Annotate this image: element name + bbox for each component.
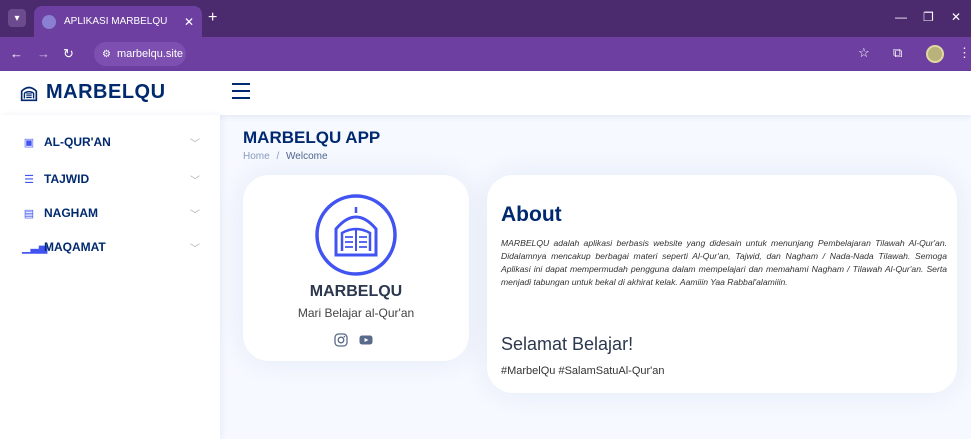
tab-search-button[interactable]: ▾ xyxy=(8,9,26,27)
tab-title: APLIKASI MARBELQU xyxy=(64,16,168,27)
url-field[interactable]: ⚙ marbelqu.site xyxy=(94,42,186,66)
sidebar-item-label: AL-QUR'AN xyxy=(44,135,111,149)
bookmark-star-icon[interactable]: ☆ xyxy=(858,45,870,61)
profile-card: MARBELQU Mari Belajar al-Qur'an xyxy=(243,175,469,361)
forward-button[interactable]: → xyxy=(37,46,50,62)
minimize-button[interactable]: — xyxy=(895,10,907,24)
breadcrumb-current: Welcome xyxy=(286,151,328,162)
close-window-button[interactable]: ✕ xyxy=(951,10,961,24)
instagram-icon[interactable] xyxy=(334,333,348,347)
tab-close-icon[interactable]: ✕ xyxy=(184,15,194,29)
about-description: MARBELQU adalah aplikasi berbasis websit… xyxy=(501,238,947,287)
profile-avatar[interactable] xyxy=(926,45,944,63)
sidebar-item-label: MAQAMAT xyxy=(44,240,106,254)
sidebar-item-tajwid[interactable]: ☰ TAJWID ﹀ xyxy=(12,164,210,194)
sidebar-item-al-quran[interactable]: ▣ AL-QUR'AN ﹀ xyxy=(12,127,210,157)
greeting-text: Selamat Belajar! xyxy=(501,334,634,354)
breadcrumb-home-link[interactable]: Home xyxy=(243,151,270,162)
favicon-icon xyxy=(42,14,56,29)
sidebar-item-maqamat[interactable]: ▁▃▅ MAQAMAT ﹀ xyxy=(12,232,210,262)
browser-menu-icon[interactable]: ⋮ xyxy=(958,45,971,61)
bar-chart-icon: ▁▃▅ xyxy=(22,241,48,254)
chevron-down-icon: ﹀ xyxy=(190,209,200,221)
logo-text: MARBELQU xyxy=(46,81,166,103)
sidebar-item-label: TAJWID xyxy=(44,172,90,186)
new-tab-button[interactable]: + xyxy=(208,9,217,27)
profile-name: MARBELQU xyxy=(309,283,403,300)
sidebar: ▣ AL-QUR'AN ﹀ ☰ TAJWID ﹀ ▤ NAGHAM ﹀ ▁▃▅ … xyxy=(0,115,220,439)
about-title: About xyxy=(501,203,562,226)
browser-tab-bar: ▾ APLIKASI MARBELQU ✕ + — ❐ ✕ xyxy=(0,0,971,37)
sidebar-item-label: NAGHAM xyxy=(44,206,98,220)
breadcrumb: Home / Welcome xyxy=(243,151,328,162)
about-card: About MARBELQU adalah aplikasi berbasis … xyxy=(487,175,957,393)
breadcrumb-separator: / xyxy=(276,151,280,162)
mosque-book-emblem-icon xyxy=(315,194,397,276)
chevron-down-icon: ﹀ xyxy=(190,175,200,187)
site-info-icon[interactable]: ⚙ xyxy=(102,49,111,60)
logo[interactable]: MARBELQU xyxy=(18,81,166,104)
chevron-down-icon: ﹀ xyxy=(190,138,200,150)
youtube-icon[interactable] xyxy=(359,333,373,347)
browser-tab[interactable]: APLIKASI MARBELQU ✕ xyxy=(34,6,202,37)
profile-subtitle: Mari Belajar al-Qur'an xyxy=(297,306,415,320)
sidebar-item-nagham[interactable]: ▤ NAGHAM ﹀ xyxy=(12,198,210,228)
app-header: MARBELQU xyxy=(0,71,971,115)
back-button[interactable]: ← xyxy=(10,46,23,62)
restore-button[interactable]: ❐ xyxy=(923,10,934,24)
url-text: marbelqu.site xyxy=(116,48,184,60)
extensions-icon[interactable]: ⧉ xyxy=(893,45,902,61)
page-title: MARBELQU APP xyxy=(243,128,381,147)
hashtags: #MarbelQu #SalamSatuAl-Qur'an xyxy=(501,365,665,377)
book-icon: ▣ xyxy=(23,136,35,149)
address-bar: ← → ↻ ⚙ marbelqu.site ☆ ⧉ ⋮ xyxy=(0,37,971,71)
chevron-down-icon: ﹀ xyxy=(190,243,200,255)
mosque-book-icon xyxy=(20,86,38,101)
menu-toggle-icon[interactable] xyxy=(232,83,250,101)
list-icon: ▤ xyxy=(23,207,35,220)
reload-button[interactable]: ↻ xyxy=(63,46,74,62)
document-icon: ☰ xyxy=(24,173,34,186)
